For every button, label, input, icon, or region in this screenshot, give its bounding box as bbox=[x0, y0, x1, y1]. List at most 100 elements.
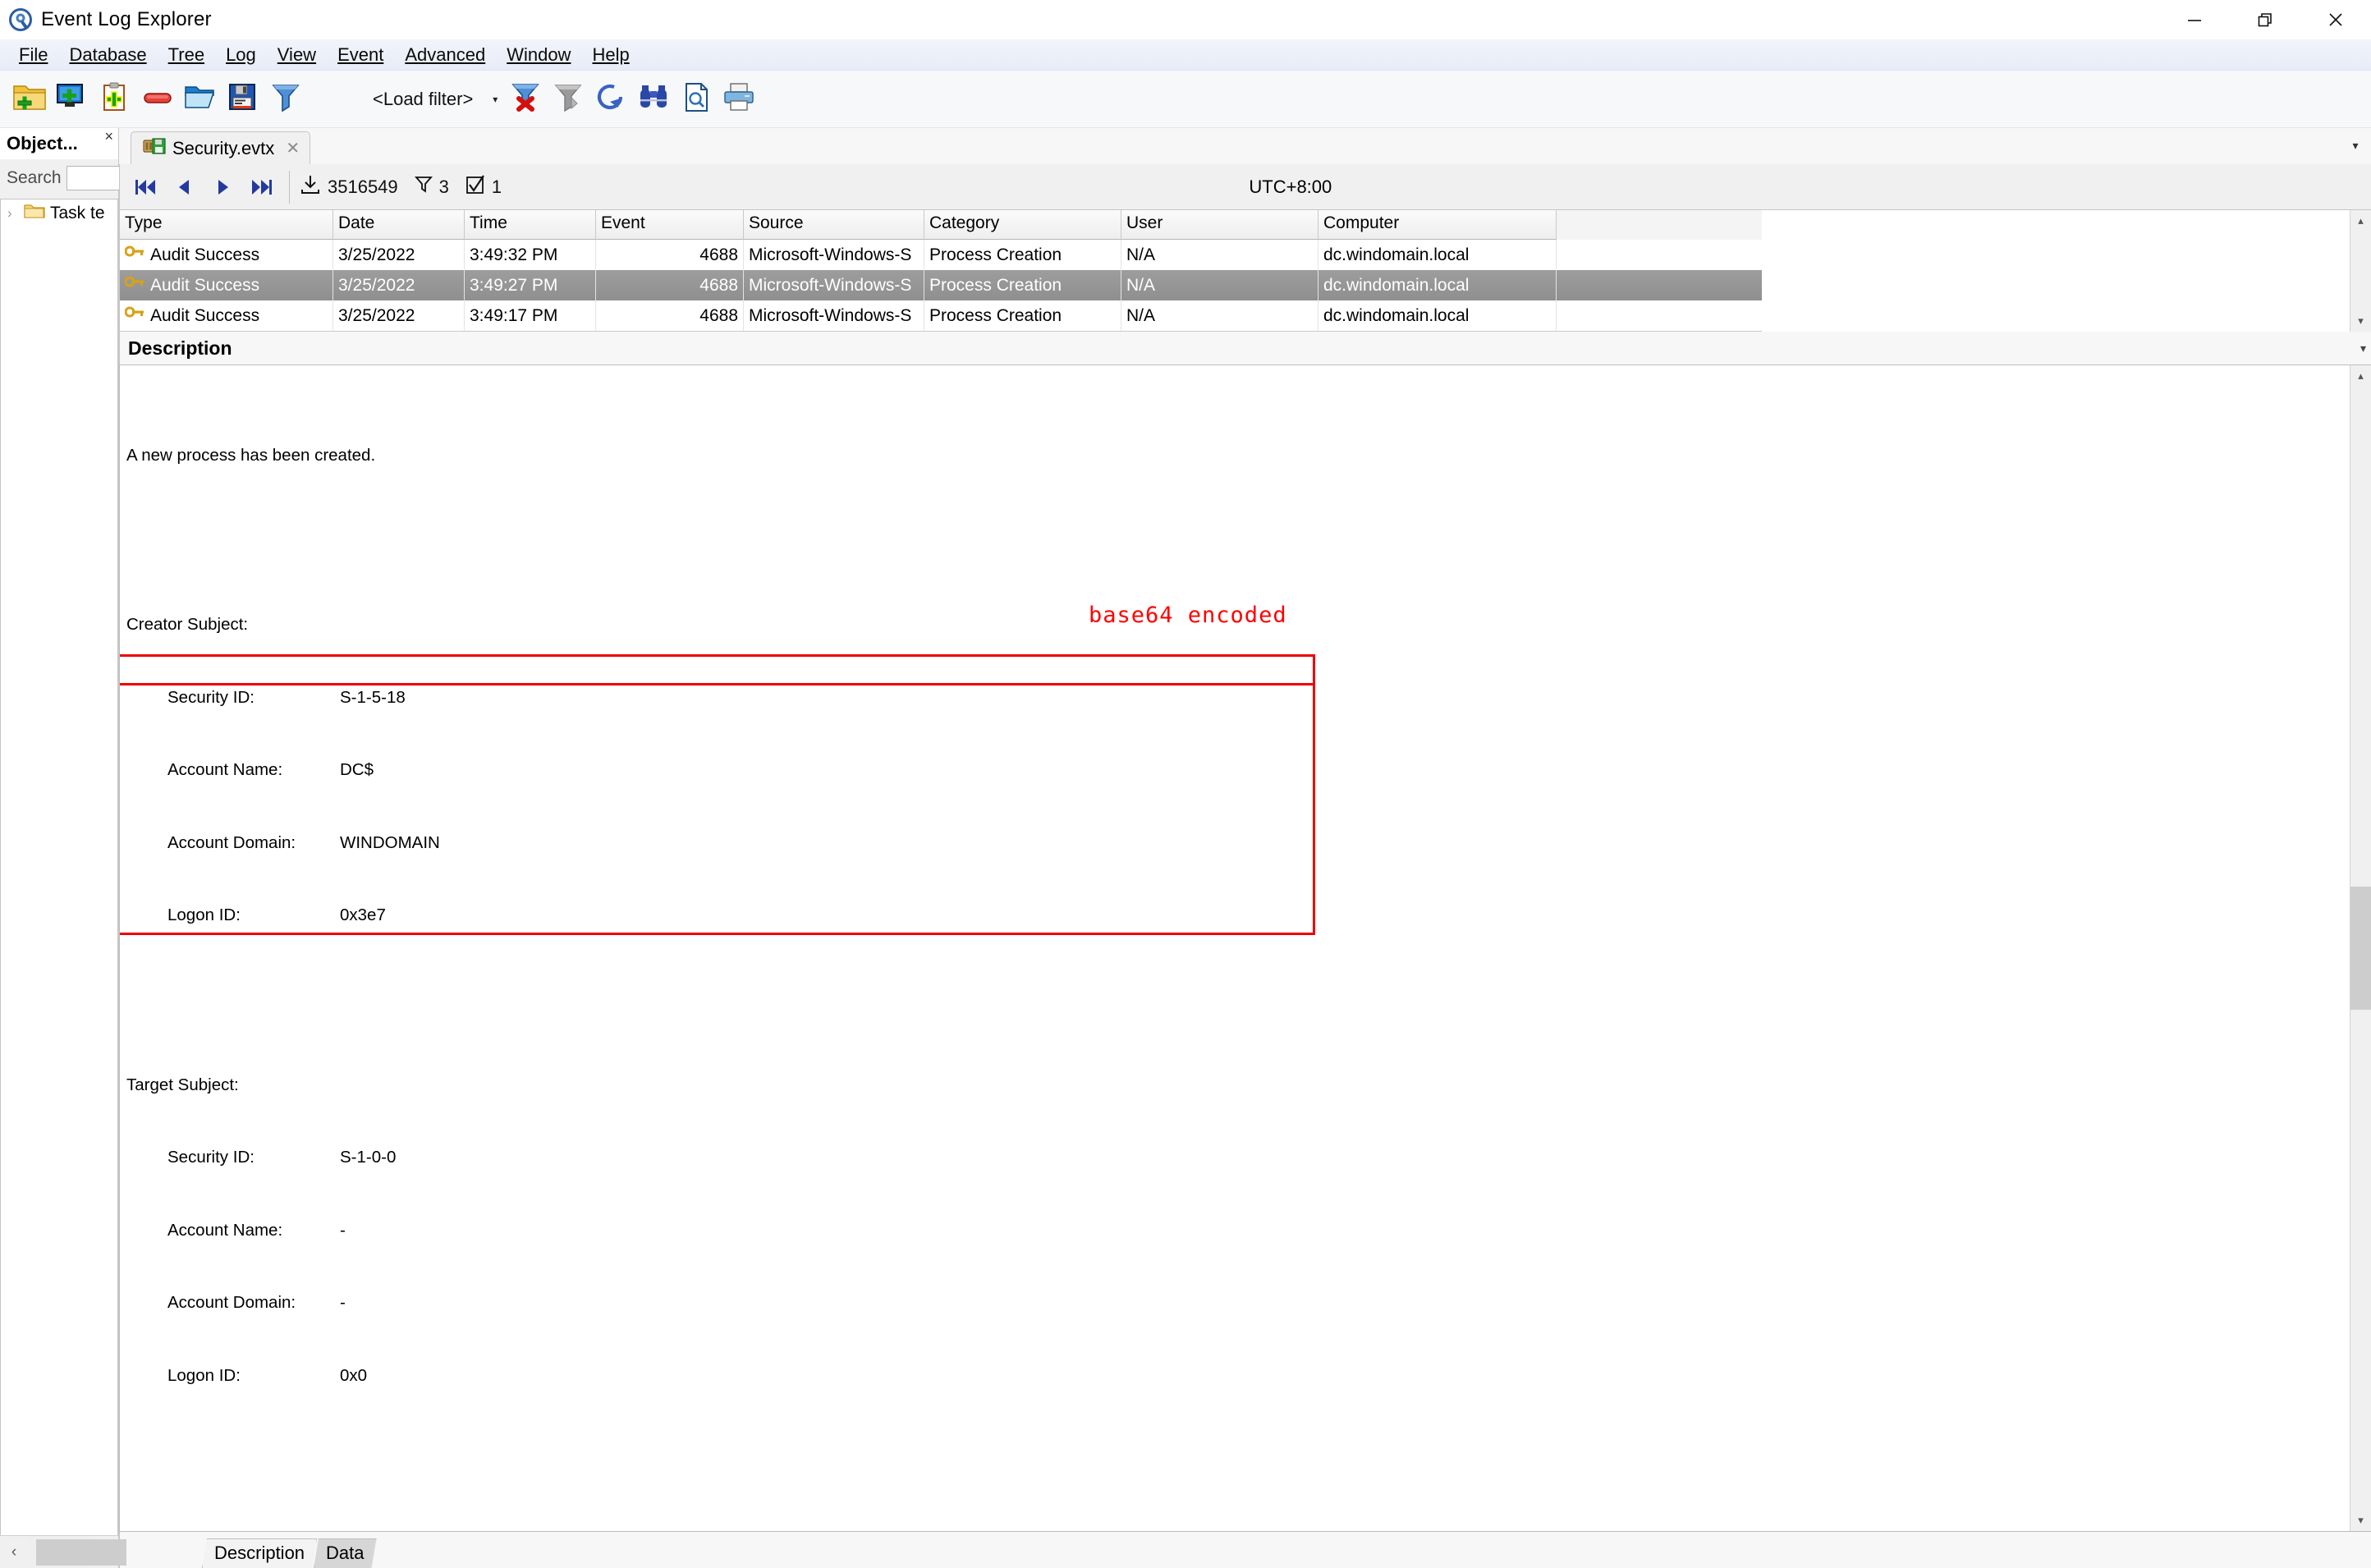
cell-category: Process Creation bbox=[924, 240, 1121, 270]
menu-advanced[interactable]: Advanced bbox=[394, 41, 496, 69]
tab-data[interactable]: Data bbox=[314, 1538, 376, 1568]
hscroll-track[interactable] bbox=[28, 1536, 126, 1568]
objects-panel-close-icon[interactable]: × bbox=[104, 128, 113, 145]
column-header-source[interactable]: Source bbox=[744, 210, 924, 240]
new-folder-button[interactable] bbox=[8, 76, 51, 122]
value: - bbox=[340, 1220, 346, 1240]
minimize-button[interactable] bbox=[2159, 0, 2230, 39]
find-button[interactable] bbox=[632, 76, 675, 122]
objects-panel-title: Object... bbox=[7, 133, 78, 154]
menu-tree-label: Tree bbox=[167, 44, 205, 65]
table-row[interactable]: Audit Success 3/25/2022 3:49:32 PM 4688 … bbox=[120, 240, 1762, 270]
chevron-right-icon[interactable]: › bbox=[7, 205, 19, 222]
column-header-category[interactable]: Category bbox=[924, 210, 1121, 240]
menu-window[interactable]: Window bbox=[496, 41, 581, 69]
column-header-computer[interactable]: Computer bbox=[1318, 210, 1557, 240]
filter-off-button[interactable] bbox=[547, 76, 589, 122]
new-log-button[interactable] bbox=[94, 76, 136, 122]
menu-file[interactable]: File bbox=[8, 41, 58, 69]
tree-item-task-templates[interactable]: › Task te bbox=[1, 199, 117, 227]
cell-date: 3/25/2022 bbox=[333, 300, 465, 331]
cell-source: Microsoft-Windows-S bbox=[744, 270, 924, 300]
new-computer-button[interactable] bbox=[51, 76, 94, 122]
cell-category: Process Creation bbox=[924, 300, 1121, 331]
previous-event-button[interactable] bbox=[166, 170, 204, 204]
tab-label: Security.evtx bbox=[172, 137, 275, 158]
grid-scroll-down-icon[interactable]: ▾ bbox=[2350, 310, 2371, 332]
filtered-events-stat: 3 bbox=[414, 175, 449, 199]
first-event-button[interactable] bbox=[128, 170, 166, 204]
window-controls bbox=[2159, 0, 2371, 39]
loaded-events-stat: 3516549 bbox=[300, 174, 398, 200]
menu-database[interactable]: Database bbox=[58, 41, 157, 69]
column-header-time[interactable]: Time bbox=[465, 210, 596, 240]
next-event-button[interactable] bbox=[204, 170, 241, 204]
column-header-event[interactable]: Event bbox=[596, 210, 744, 240]
evtx-file-icon bbox=[143, 136, 166, 161]
value: S-1-0-0 bbox=[340, 1148, 397, 1167]
refresh-button[interactable] bbox=[589, 76, 632, 122]
description-panel: A new process has been created. Creator … bbox=[119, 364, 2371, 1532]
menu-log[interactable]: Log bbox=[215, 41, 267, 69]
open-folder-button[interactable] bbox=[179, 76, 222, 122]
document-search-icon bbox=[679, 81, 713, 117]
grid-vertical-scrollbar[interactable]: ▴ ▾ bbox=[2350, 210, 2371, 332]
table-row[interactable]: Audit Success 3/25/2022 3:49:17 PM 4688 … bbox=[120, 300, 1762, 331]
description-scroll-thumb[interactable] bbox=[2350, 887, 2371, 1010]
menu-event[interactable]: Event bbox=[327, 41, 394, 69]
column-header-date[interactable]: Date bbox=[333, 210, 465, 240]
menu-help[interactable]: Help bbox=[581, 41, 640, 69]
folder-icon bbox=[24, 203, 45, 224]
print-button[interactable] bbox=[718, 76, 760, 122]
value: DC$ bbox=[340, 760, 374, 779]
remove-button[interactable] bbox=[136, 76, 179, 122]
menu-event-label: Event bbox=[337, 44, 384, 65]
key-icon bbox=[124, 275, 144, 296]
column-header-type[interactable]: Type bbox=[120, 210, 333, 240]
cell-computer: dc.windomain.local bbox=[1318, 240, 1557, 270]
objects-horizontal-scrollbar[interactable]: ‹ › bbox=[0, 1535, 126, 1568]
description-text[interactable]: A new process has been created. Creator … bbox=[120, 365, 2350, 1531]
menu-view-label: View bbox=[277, 44, 317, 65]
main-area: Security.evtx ✕ ▾ 3516549 3 1 UTC+8:00 T… bbox=[119, 128, 2371, 1568]
chevron-down-icon[interactable]: ▾ bbox=[486, 83, 504, 116]
last-event-button[interactable] bbox=[241, 170, 279, 204]
tab-security-evtx[interactable]: Security.evtx ✕ bbox=[131, 131, 311, 164]
description-scroll-down-icon[interactable]: ▾ bbox=[2350, 1510, 2371, 1531]
cell-type-label: Audit Success bbox=[150, 305, 260, 325]
tab-overflow-chevron-down-icon[interactable]: ▾ bbox=[2343, 133, 2368, 158]
filter-button[interactable] bbox=[264, 76, 307, 122]
menu-file-label: File bbox=[19, 44, 48, 65]
menu-tree[interactable]: Tree bbox=[158, 41, 215, 69]
cell-source: Microsoft-Windows-S bbox=[744, 300, 924, 331]
description-scroll-up-icon[interactable]: ▴ bbox=[2350, 365, 2371, 387]
hscroll-thumb[interactable] bbox=[36, 1539, 126, 1566]
cell-source: Microsoft-Windows-S bbox=[744, 240, 924, 270]
scroll-left-icon[interactable]: ‹ bbox=[0, 1543, 28, 1561]
close-button[interactable] bbox=[2300, 0, 2371, 39]
tab-close-icon[interactable]: ✕ bbox=[286, 138, 300, 158]
maximize-restore-button[interactable] bbox=[2230, 0, 2300, 39]
tab-description[interactable]: Description bbox=[202, 1538, 317, 1568]
table-row[interactable]: Audit Success 3/25/2022 3:49:27 PM 4688 … bbox=[120, 270, 1762, 300]
view-details-button[interactable] bbox=[675, 76, 718, 122]
filter-small-icon bbox=[414, 175, 433, 199]
creator-logon-id: Logon ID: 0x3e7 bbox=[126, 903, 2350, 928]
load-filter-label[interactable]: <Load filter> bbox=[373, 89, 473, 110]
annotation-base64-encoded: base64 encoded bbox=[1089, 603, 1287, 628]
search-label: Search bbox=[7, 168, 62, 187]
clear-filter-button[interactable] bbox=[504, 76, 547, 122]
cell-type: Audit Success bbox=[120, 240, 333, 270]
description-collapse-chevron-down-icon[interactable]: ▾ bbox=[2360, 342, 2366, 355]
new-log-clipboard-icon bbox=[98, 81, 132, 117]
cell-category: Process Creation bbox=[924, 270, 1121, 300]
target-account-name: Account Name: - bbox=[126, 1218, 2350, 1243]
menu-view[interactable]: View bbox=[267, 41, 327, 69]
objects-search-row: Search bbox=[0, 159, 217, 197]
grid-scroll-up-icon[interactable]: ▴ bbox=[2350, 210, 2371, 232]
column-header-user[interactable]: User bbox=[1121, 210, 1318, 240]
save-button[interactable] bbox=[222, 76, 264, 122]
description-vertical-scrollbar[interactable]: ▴ ▾ bbox=[2350, 365, 2371, 1531]
objects-panel-header: Object... × bbox=[0, 128, 118, 159]
objects-panel: Object... × Search › Task te ‹ › bbox=[0, 128, 217, 1568]
